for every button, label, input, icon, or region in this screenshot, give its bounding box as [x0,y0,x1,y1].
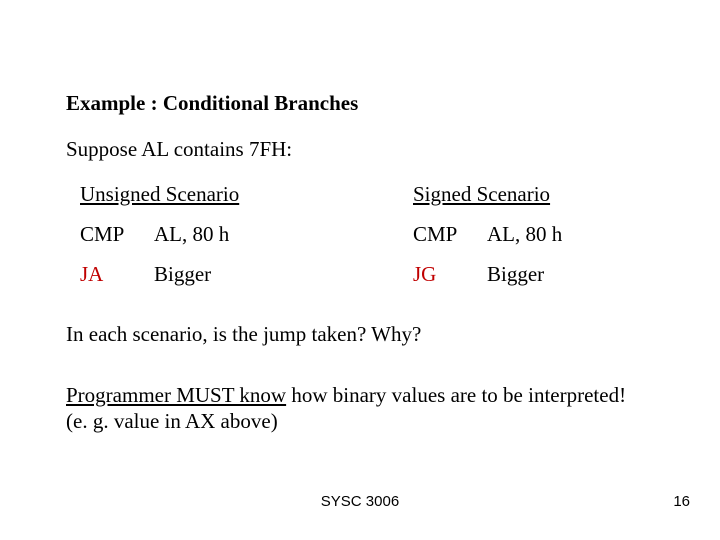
signed-heading: Signed Scenario [413,182,550,206]
must-rest2: (e. g. value in AX above) [66,409,278,433]
unsigned-col: Unsigned Scenario [66,181,413,207]
must-rest1: how binary values are to be interpreted! [286,383,626,407]
unsigned-heading: Unsigned Scenario [80,182,239,206]
signed-col: Signed Scenario [413,181,660,207]
jump-row: JA Bigger JG Bigger [66,261,660,287]
cmp-row: CMPAL, 80 h CMPAL, 80 h [66,221,660,247]
unsigned-cmp-op: CMP [80,221,154,247]
unsigned-cmp-args: AL, 80 h [154,222,229,246]
signed-cmp-args: AL, 80 h [487,222,562,246]
footer-course: SYSC 3006 [0,493,720,512]
signed-jump-target: Bigger [487,262,544,286]
scenario-headings-row: Unsigned Scenario Signed Scenario [66,181,660,207]
footer-page-number: 16 [673,493,690,512]
must-line: Programmer MUST know how binary values a… [66,382,660,435]
unsigned-jump-target: Bigger [154,262,211,286]
signed-cmp: CMPAL, 80 h [413,221,660,247]
signed-jump: JG Bigger [413,261,660,287]
unsigned-jump: JA Bigger [66,261,413,287]
unsigned-cmp: CMPAL, 80 h [66,221,413,247]
signed-jump-op: JG [413,262,436,286]
suppose-line: Suppose AL contains 7FH: [66,136,660,162]
slide-title: Example : Conditional Branches [66,90,660,116]
unsigned-jump-op: JA [80,262,103,286]
must-underlined: Programmer MUST know [66,383,286,407]
slide: Example : Conditional Branches Suppose A… [0,0,720,540]
signed-cmp-op: CMP [413,221,487,247]
question-line: In each scenario, is the jump taken? Why… [66,321,660,347]
